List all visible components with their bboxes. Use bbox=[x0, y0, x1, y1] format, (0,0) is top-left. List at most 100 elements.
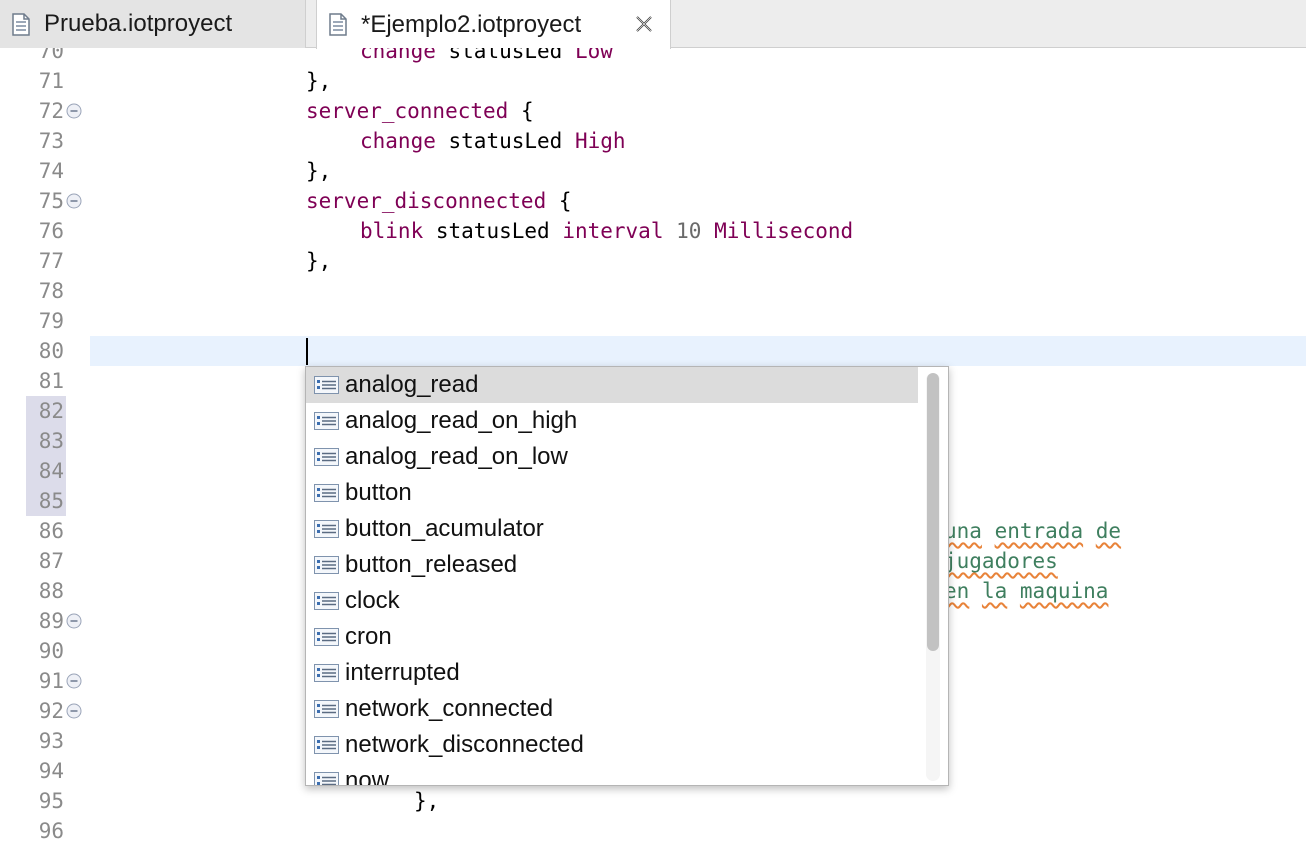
fold-collapse-icon[interactable] bbox=[66, 103, 82, 119]
template-icon bbox=[314, 700, 339, 718]
content-assist-popup[interactable]: analog_read analog_read_on_high analog_rea… bbox=[305, 366, 949, 786]
proposal-item[interactable]: button_acumulator bbox=[306, 511, 918, 547]
comment-word: de bbox=[1095, 519, 1122, 543]
line-number: 87 bbox=[38, 549, 64, 573]
comment-word: maquina bbox=[1019, 579, 1109, 603]
fold-collapse-icon[interactable] bbox=[66, 703, 82, 719]
proposal-label: interrupted bbox=[345, 659, 460, 686]
keyword: blink bbox=[360, 219, 424, 243]
line-number: 86 bbox=[38, 519, 64, 543]
code-line: }, bbox=[306, 69, 332, 93]
line-number: 73 bbox=[38, 129, 64, 153]
proposal-item[interactable]: cron bbox=[306, 619, 918, 655]
proposal-label: analog_read_on_low bbox=[345, 443, 568, 470]
template-icon bbox=[314, 772, 339, 785]
template-icon bbox=[314, 484, 339, 502]
code-line: server_connected { bbox=[306, 96, 534, 126]
template-icon bbox=[314, 592, 339, 610]
fold-collapse-icon[interactable] bbox=[66, 193, 82, 209]
template-icon bbox=[314, 448, 339, 466]
line-number: 83 bbox=[38, 429, 64, 453]
proposal-label: button_acumulator bbox=[345, 515, 544, 542]
comment-word: jugadores bbox=[944, 549, 1058, 573]
proposal-item[interactable]: clock bbox=[306, 583, 918, 619]
comment-word: una bbox=[944, 519, 982, 543]
tab-ejemplo2[interactable]: *Ejemplo2.iotproyect bbox=[316, 0, 671, 49]
code-line: server_disconnected { bbox=[306, 186, 572, 216]
template-icon bbox=[314, 736, 339, 754]
identifier: statusLed bbox=[448, 129, 563, 153]
line-number: 90 bbox=[38, 639, 64, 663]
keyword: High bbox=[574, 129, 626, 153]
template-icon bbox=[314, 376, 339, 394]
proposal-label: button_released bbox=[345, 551, 518, 578]
editor-tab-bar: Prueba.iotproyect *Ejemplo2.iotproyect bbox=[0, 0, 1306, 49]
identifier: statusLed bbox=[448, 48, 563, 63]
template-icon bbox=[314, 520, 339, 538]
tab-prueba[interactable]: Prueba.iotproyect bbox=[0, 0, 306, 48]
line-number: 75 bbox=[38, 189, 64, 213]
brace: { bbox=[520, 99, 534, 123]
code-line: }, bbox=[306, 159, 332, 183]
scrollbar-thumb[interactable] bbox=[927, 373, 939, 651]
template-icon bbox=[314, 556, 339, 574]
line-number: 79 bbox=[38, 309, 64, 333]
proposal-item[interactable]: network_disconnected bbox=[306, 727, 918, 763]
scrollbar[interactable] bbox=[926, 373, 940, 781]
tab-label: Prueba.iotproyect bbox=[44, 10, 233, 37]
proposal-item[interactable]: button_released bbox=[306, 547, 918, 583]
code-line: change statusLed High bbox=[360, 126, 626, 156]
template-icon bbox=[314, 412, 339, 430]
proposal-item[interactable]: network_connected bbox=[306, 691, 918, 727]
line-number: 88 bbox=[38, 579, 64, 603]
keyword: interval bbox=[562, 219, 664, 243]
identifier: statusLed bbox=[435, 219, 550, 243]
proposal-item[interactable]: interrupted bbox=[306, 655, 918, 691]
comment-fragment: jugadores bbox=[944, 546, 1058, 576]
line-number: 71 bbox=[38, 69, 64, 93]
proposal-label: clock bbox=[345, 587, 400, 614]
proposal-label: analog_read_on_high bbox=[345, 407, 578, 434]
proposal-label: button bbox=[345, 479, 412, 506]
fold-collapse-icon[interactable] bbox=[66, 673, 82, 689]
line-number: 78 bbox=[38, 279, 64, 303]
proposal-label: analog_read bbox=[345, 371, 479, 398]
comment-word: entrada bbox=[994, 519, 1084, 543]
proposal-item[interactable]: analog_read_on_low bbox=[306, 439, 918, 475]
comment-word: la bbox=[981, 579, 1008, 603]
code-line: change statusLed Low bbox=[360, 48, 613, 66]
line-number: 91 bbox=[38, 669, 64, 693]
proposal-item[interactable]: button bbox=[306, 475, 918, 511]
line-number: 72 bbox=[38, 99, 64, 123]
line-number: 74 bbox=[38, 159, 64, 183]
comment-fragment: en la maquina bbox=[944, 576, 1108, 606]
line-number: 94 bbox=[38, 759, 64, 783]
number-literal: 10 bbox=[676, 219, 702, 243]
comment-fragment: una entrada de bbox=[944, 516, 1121, 546]
text-caret bbox=[306, 338, 308, 365]
proposal-list[interactable]: analog_read analog_read_on_high analog_rea… bbox=[306, 367, 918, 785]
line-number: 77 bbox=[38, 249, 64, 273]
keyword: change bbox=[360, 129, 436, 153]
keyword: Millisecond bbox=[714, 219, 854, 243]
proposal-label: network_connected bbox=[345, 695, 554, 722]
keyword: change bbox=[360, 48, 436, 63]
file-icon bbox=[12, 12, 30, 36]
line-number: 80 bbox=[38, 339, 64, 363]
close-icon[interactable] bbox=[632, 12, 656, 36]
proposal-label: now bbox=[345, 767, 390, 785]
code-line: }, bbox=[414, 789, 440, 813]
line-number: 93 bbox=[38, 729, 64, 753]
keyword: Low bbox=[574, 48, 613, 63]
line-number: 76 bbox=[38, 219, 64, 243]
proposal-item[interactable]: analog_read_on_high bbox=[306, 403, 918, 439]
proposal-item[interactable]: now bbox=[306, 763, 918, 785]
template-icon bbox=[314, 664, 339, 682]
line-number: 70 bbox=[38, 48, 64, 63]
line-number: 92 bbox=[38, 699, 64, 723]
proposal-item[interactable]: analog_read bbox=[306, 367, 918, 403]
line-number: 95 bbox=[38, 789, 64, 813]
fold-collapse-icon[interactable] bbox=[66, 613, 82, 629]
code-line: }, bbox=[306, 249, 332, 273]
proposal-label: network_disconnected bbox=[345, 731, 584, 758]
